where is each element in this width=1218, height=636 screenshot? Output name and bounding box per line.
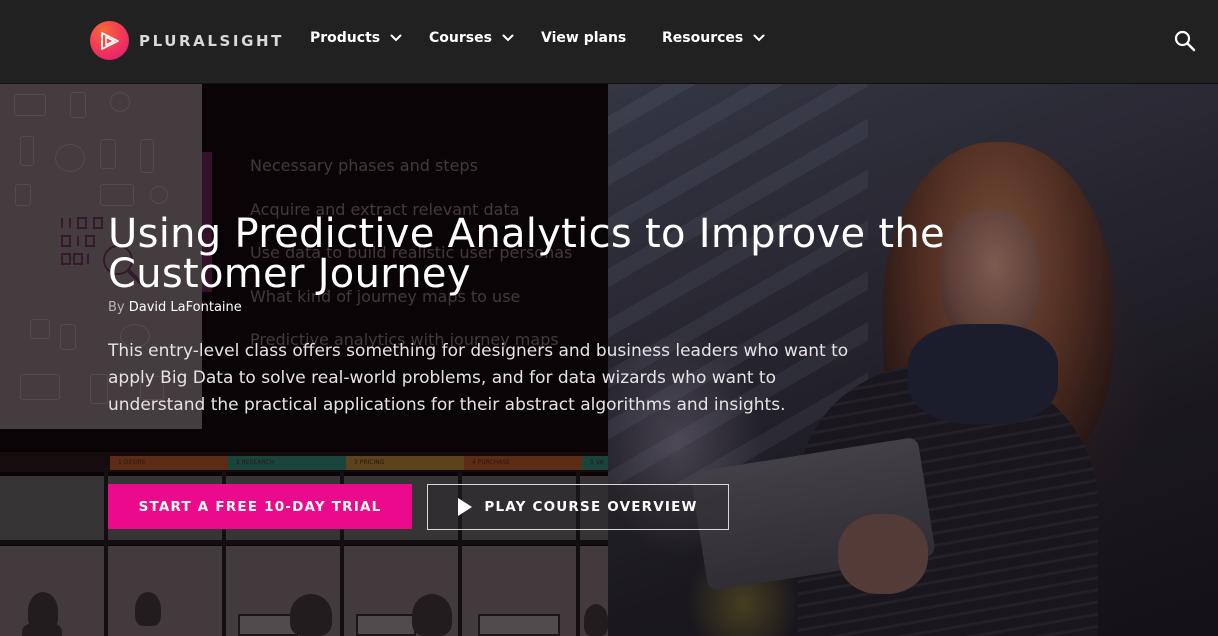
byline-prefix: By <box>108 300 125 315</box>
pluralsight-logo[interactable]: PLURALSIGHT <box>90 21 284 60</box>
chevron-down-icon <box>753 34 765 42</box>
nav-products[interactable]: Products <box>310 30 402 46</box>
play-course-overview-button[interactable]: PLAY COURSE OVERVIEW <box>427 484 729 530</box>
search-icon <box>1174 30 1196 52</box>
top-navigation: PLURALSIGHT Products Courses View plans … <box>0 0 1218 84</box>
nav-resources-label: Resources <box>662 30 744 46</box>
brand-name: PLURALSIGHT <box>139 31 284 50</box>
nav-view-plans[interactable]: View plans <box>541 30 626 46</box>
nav-resources[interactable]: Resources <box>662 30 765 46</box>
play-icon <box>458 498 473 516</box>
pluralsight-play-logo-icon <box>90 21 129 60</box>
nav-products-label: Products <box>310 30 381 46</box>
course-description: This entry-level class offers something … <box>108 341 849 415</box>
nav-courses-label: Courses <box>429 30 492 46</box>
search-button[interactable] <box>1174 30 1196 52</box>
author-link[interactable]: David LaFontaine <box>129 300 242 315</box>
chevron-down-icon <box>390 34 402 42</box>
course-byline: By David LaFontaine <box>108 300 242 315</box>
nav-courses[interactable]: Courses <box>429 30 514 46</box>
start-free-trial-button[interactable]: START A FREE 10-DAY TRIAL <box>108 484 412 529</box>
chevron-down-icon <box>502 34 514 42</box>
nav-view-plans-label: View plans <box>541 30 627 46</box>
course-title: Using Predictive Analytics to Improve th… <box>108 211 945 297</box>
play-course-overview-label: PLAY COURSE OVERVIEW <box>484 499 698 515</box>
